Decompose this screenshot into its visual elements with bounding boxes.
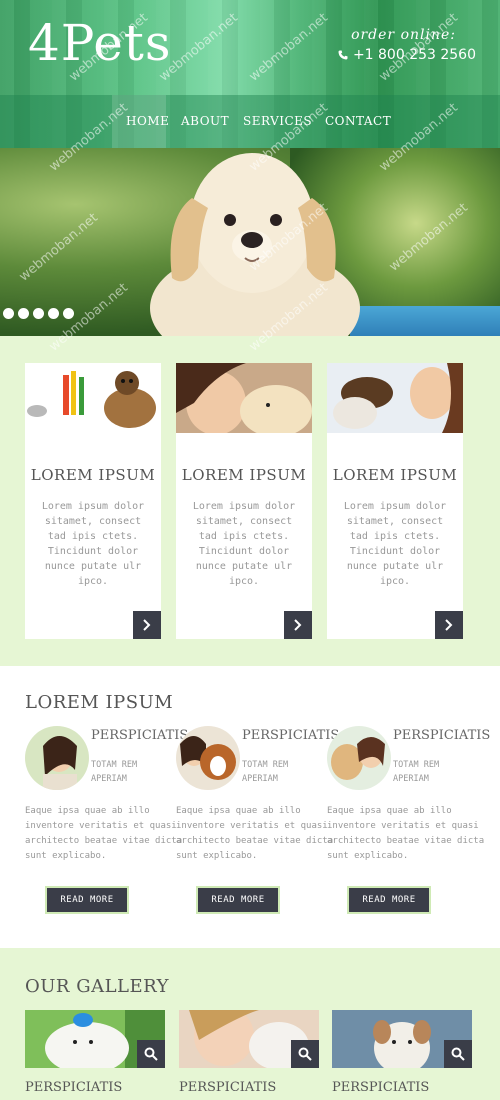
person-avatar	[176, 726, 240, 790]
feature-card: LOREM IPSUM Lorem ipsum dolor sitamet, c…	[327, 363, 463, 639]
person-title: PERSPICIATIS	[393, 728, 491, 743]
phone-number[interactable]: +1 800 253 2560	[338, 47, 476, 63]
nav-item-contact[interactable]: CONTACT	[325, 95, 391, 148]
search-icon	[298, 1047, 312, 1061]
person-block: PERSPICIATIS TOTAM REM APERIAM Eaque ips…	[176, 726, 340, 926]
slider-dot[interactable]	[18, 308, 29, 319]
feature-image-woman-kissing-dog	[327, 363, 463, 433]
person-avatar	[327, 726, 391, 790]
person-desc: Eaque ipsa quae ab illo inventore verita…	[25, 806, 183, 861]
person-subtitle: TOTAM REM APERIAM	[242, 760, 289, 784]
feature-desc: Lorem ipsum dolor sitamet, consect tad i…	[192, 501, 296, 587]
hero-slider[interactable]	[0, 148, 500, 336]
feature-desc: Lorem ipsum dolor sitamet, consect tad i…	[41, 501, 145, 587]
nav-item-home[interactable]: HOME	[112, 95, 169, 148]
chevron-right-icon	[143, 619, 151, 631]
slider-dot[interactable]	[48, 308, 59, 319]
gallery-item[interactable]	[332, 1010, 472, 1068]
feature-more-button[interactable]	[133, 611, 161, 639]
read-more-button[interactable]: READ MORE	[196, 886, 280, 914]
search-icon	[451, 1047, 465, 1061]
person-desc: Eaque ipsa quae ab illo inventore verita…	[327, 806, 485, 861]
main-nav: HOME ABOUT SERVICES CONTACT	[0, 95, 500, 148]
feature-title: LOREM IPSUM	[181, 466, 307, 484]
slider-dot[interactable]	[63, 308, 74, 319]
feature-more-button[interactable]	[435, 611, 463, 639]
zoom-button[interactable]	[444, 1040, 472, 1068]
site-header: 4Pets order online: +1 800 253 2560 HOME…	[0, 0, 500, 148]
person-block: PERSPICIATIS TOTAM REM APERIAM Eaque ips…	[25, 726, 189, 926]
feature-title: LOREM IPSUM	[30, 466, 156, 484]
chevron-right-icon	[445, 619, 453, 631]
person-title: PERSPICIATIS	[242, 728, 340, 743]
gallery-caption[interactable]: PERSPICIATIS	[25, 1080, 122, 1095]
gallery-item[interactable]	[179, 1010, 319, 1068]
search-icon	[144, 1047, 158, 1061]
nav-item-services[interactable]: SERVICES	[243, 95, 312, 148]
feature-image-grooming	[25, 363, 161, 433]
site-logo[interactable]: 4Pets	[28, 14, 172, 72]
gallery-title: OUR GALLERY	[25, 976, 170, 997]
chevron-right-icon	[294, 619, 302, 631]
feature-title: LOREM IPSUM	[332, 466, 458, 484]
zoom-button[interactable]	[137, 1040, 165, 1068]
puppy-image	[150, 153, 360, 336]
person-avatar	[25, 726, 89, 790]
slider-dots	[3, 308, 74, 319]
read-more-button[interactable]: READ MORE	[45, 886, 129, 914]
zoom-button[interactable]	[291, 1040, 319, 1068]
person-subtitle: TOTAM REM APERIAM	[393, 760, 440, 784]
phone-number-text: +1 800 253 2560	[352, 47, 476, 63]
feature-image-woman-dog	[176, 363, 312, 433]
person-subtitle: TOTAM REM APERIAM	[91, 760, 138, 784]
gallery-caption[interactable]: PERSPICIATIS	[332, 1080, 429, 1095]
about-title: LOREM IPSUM	[25, 692, 174, 713]
person-block: PERSPICIATIS TOTAM REM APERIAM Eaque ips…	[327, 726, 491, 926]
feature-more-button[interactable]	[284, 611, 312, 639]
slider-dot[interactable]	[33, 308, 44, 319]
gallery-caption[interactable]: PERSPICIATIS	[179, 1080, 276, 1095]
gallery-section: OUR GALLERY PERSPICIATIS PERSPICIATIS PE…	[0, 948, 500, 1100]
feature-card: LOREM IPSUM Lorem ipsum dolor sitamet, c…	[25, 363, 161, 639]
features-section: LOREM IPSUM Lorem ipsum dolor sitamet, c…	[0, 336, 500, 666]
person-title: PERSPICIATIS	[91, 728, 189, 743]
person-desc: Eaque ipsa quae ab illo inventore verita…	[176, 806, 334, 861]
order-online-label: order online:	[351, 27, 456, 43]
phone-icon	[338, 50, 348, 60]
nav-item-about[interactable]: ABOUT	[181, 95, 229, 148]
read-more-button[interactable]: READ MORE	[347, 886, 431, 914]
feature-desc: Lorem ipsum dolor sitamet, consect tad i…	[343, 501, 447, 587]
gallery-item[interactable]	[25, 1010, 165, 1068]
feature-card: LOREM IPSUM Lorem ipsum dolor sitamet, c…	[176, 363, 312, 639]
about-section: LOREM IPSUM PERSPICIATIS TOTAM REM APERI…	[0, 666, 500, 948]
slider-dot[interactable]	[3, 308, 14, 319]
